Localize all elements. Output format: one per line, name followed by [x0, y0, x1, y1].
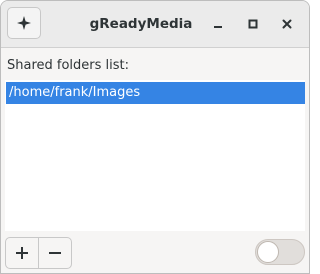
- shared-folders-label: Shared folders list:: [7, 58, 130, 73]
- minimize-icon: [214, 26, 222, 28]
- app-menu-button[interactable]: [7, 7, 41, 39]
- add-folder-button[interactable]: [5, 237, 39, 269]
- minus-icon: [49, 252, 61, 254]
- sparkle-icon: [17, 16, 31, 30]
- close-button[interactable]: [275, 12, 299, 36]
- title-bar: gReadyMedia: [1, 1, 309, 48]
- sharing-toggle-switch[interactable]: [255, 239, 305, 265]
- close-icon: [282, 19, 292, 29]
- app-window: gReadyMedia Shared folders list: /home/f…: [0, 0, 310, 274]
- shared-folders-list[interactable]: /home/frank/Images: [5, 80, 305, 231]
- list-item[interactable]: /home/frank/Images: [6, 82, 305, 104]
- plus-icon: [16, 247, 28, 259]
- bottom-toolbar: [1, 232, 309, 273]
- window-title: gReadyMedia: [89, 16, 193, 32]
- remove-folder-button[interactable]: [38, 237, 72, 269]
- switch-knob: [257, 241, 279, 263]
- main-content: Shared folders list: /home/frank/Images: [1, 48, 309, 273]
- maximize-icon: [248, 19, 258, 29]
- maximize-button[interactable]: [241, 12, 265, 36]
- minimize-button[interactable]: [206, 12, 230, 36]
